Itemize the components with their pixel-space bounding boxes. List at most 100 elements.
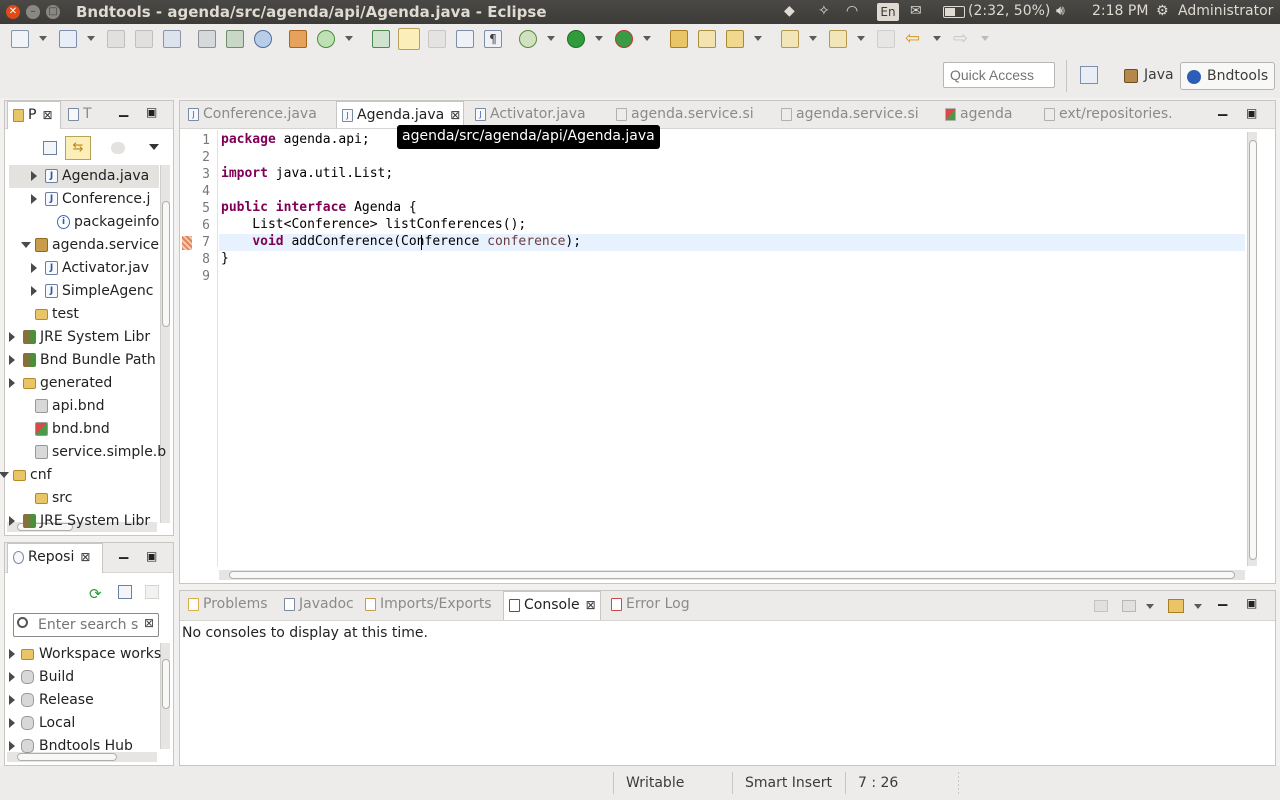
tab-error-log[interactable]: Error Log [606, 591, 696, 620]
tab-type-hierarchy[interactable]: T [63, 101, 98, 127]
code-line-5[interactable]: public interface Agenda { [221, 200, 417, 217]
tree-item[interactable]: test [9, 303, 159, 326]
perspective-java[interactable]: Java [1118, 62, 1180, 90]
scroll-thumb[interactable] [1249, 140, 1257, 560]
tree-item[interactable]: JRE System Libr [9, 326, 159, 349]
search-dropdown-icon[interactable] [754, 36, 762, 41]
clear-search-icon[interactable]: ⊠ [144, 616, 154, 630]
collapsed-arrow-icon[interactable] [31, 171, 37, 181]
debug-icon[interactable] [519, 30, 537, 48]
tab-problems[interactable]: Problems [183, 591, 274, 620]
external-tools-dropdown-icon[interactable] [643, 36, 651, 41]
dropbox-icon[interactable]: ◆ [784, 3, 795, 19]
collapsed-arrow-icon[interactable] [9, 516, 15, 526]
open-console-icon[interactable] [1168, 599, 1184, 613]
new-project-dropdown-icon[interactable] [87, 36, 95, 41]
close-icon[interactable]: ⊠ [450, 108, 460, 122]
tree-item[interactable]: J Agenda.java [9, 165, 159, 188]
prev-edit-icon[interactable] [829, 30, 847, 48]
open-console-dropdown-icon[interactable] [1194, 604, 1202, 609]
expanded-arrow-icon[interactable] [21, 242, 31, 248]
code-line-3[interactable]: import java.util.List; [221, 166, 393, 183]
display-console-dropdown-icon[interactable] [1146, 604, 1154, 609]
keyboard-layout[interactable]: En [877, 3, 899, 21]
tree-item[interactable]: api.bnd [9, 395, 159, 418]
maximize-icon[interactable]: ▣ [146, 549, 157, 563]
close-window-button[interactable]: ✕ [6, 5, 20, 19]
add-repository-icon[interactable] [145, 585, 159, 599]
repository-search-input[interactable] [36, 616, 140, 634]
refresh-repositories-icon[interactable]: ⟳ [89, 585, 102, 603]
tree-item[interactable]: J SimpleAgenc [9, 280, 159, 303]
minimize-icon[interactable]: ▁ [1218, 592, 1227, 606]
close-icon[interactable]: ⊠ [80, 550, 90, 564]
collapsed-arrow-icon[interactable] [31, 286, 37, 296]
minimize-icon[interactable]: ▁ [119, 545, 128, 559]
prev-edit-dropdown-icon[interactable] [857, 36, 865, 41]
run-dropdown-icon[interactable] [595, 36, 603, 41]
minimize-window-button[interactable]: – [26, 5, 40, 19]
collapsed-arrow-icon[interactable] [9, 649, 15, 659]
wifi-icon[interactable]: ◠ [846, 3, 858, 19]
link-with-editor-icon[interactable]: ⇆ [65, 136, 91, 160]
tray-app-icon[interactable]: ✧ [818, 3, 830, 19]
tab-console[interactable]: Console ⊠ [503, 591, 601, 620]
collapsed-arrow-icon[interactable] [9, 741, 15, 751]
tab-editor-file[interactable]: J Activator.java [470, 101, 592, 128]
new-icon[interactable] [11, 30, 29, 48]
build-path-icon[interactable] [289, 30, 307, 48]
tab-editor-file[interactable]: agenda.service.si [776, 101, 925, 128]
collapsed-arrow-icon[interactable] [9, 332, 15, 342]
scroll-thumb[interactable] [229, 571, 1235, 579]
collapse-all-icon[interactable] [118, 585, 132, 599]
scroll-thumb[interactable] [162, 201, 170, 327]
web-icon[interactable] [254, 30, 272, 48]
refresh-dropdown-icon[interactable] [345, 36, 353, 41]
back-dropdown-icon[interactable] [933, 36, 941, 41]
collapsed-arrow-icon[interactable] [9, 672, 15, 682]
tree-item[interactable]: J Conference.j [9, 188, 159, 211]
maximize-icon[interactable]: ▣ [146, 105, 157, 119]
repository-item[interactable]: Release [7, 689, 157, 712]
tree-item[interactable]: JRE System Libr [9, 510, 159, 533]
collapsed-arrow-icon[interactable] [9, 378, 15, 388]
tree-item[interactable]: cnf [0, 464, 159, 487]
search-icon[interactable] [726, 30, 744, 48]
scroll-thumb[interactable] [162, 659, 170, 709]
tab-repositories[interactable]: Reposi ⊠ [7, 543, 103, 573]
tab-package-explorer[interactable]: P ⊠ [7, 101, 61, 129]
maximize-window-button[interactable]: □ [46, 5, 60, 19]
print-icon[interactable] [163, 30, 181, 48]
editor-horizontal-scrollbar[interactable] [219, 570, 1245, 580]
tab-editor-file[interactable]: ext/repositories. [1039, 101, 1179, 128]
repository-item[interactable]: Local [7, 712, 157, 735]
collapsed-arrow-icon[interactable] [31, 263, 37, 273]
collapsed-arrow-icon[interactable] [9, 355, 15, 365]
forward-icon[interactable]: ⇨ [953, 28, 968, 49]
editor-vertical-scrollbar[interactable] [1247, 132, 1257, 566]
new-dropdown-icon[interactable] [39, 36, 47, 41]
repository-item[interactable]: Build [7, 666, 157, 689]
repository-item[interactable]: Workspace works [7, 643, 161, 666]
save-icon[interactable] [107, 30, 125, 48]
save-all-icon[interactable] [135, 30, 153, 48]
code-line-7[interactable]: void addConference(Conference conference… [221, 234, 581, 251]
pin-console-icon[interactable] [1094, 600, 1108, 612]
bnd-release-icon[interactable] [226, 30, 244, 48]
minimize-icon[interactable]: ▁ [119, 103, 128, 117]
tree-item[interactable]: agenda.service [9, 234, 159, 257]
mark-occurrences-icon[interactable] [398, 28, 420, 50]
open-type-icon[interactable] [372, 30, 390, 48]
settings-gear-icon[interactable]: ⚙ [1156, 3, 1169, 19]
mail-icon[interactable]: ✉ [910, 3, 922, 19]
close-icon[interactable]: ⊠ [586, 598, 596, 612]
bnd-build-icon[interactable] [198, 30, 216, 48]
repo-vertical-scrollbar[interactable] [160, 643, 170, 749]
open-folder-icon[interactable] [670, 30, 688, 48]
back-icon[interactable]: ⇦ [905, 28, 920, 49]
battery-icon[interactable] [943, 6, 965, 18]
tree-item[interactable]: i packageinfo [9, 211, 159, 234]
collapsed-arrow-icon[interactable] [9, 718, 15, 728]
tab-editor-file[interactable]: agenda.service.si [611, 101, 760, 128]
toggle-block-icon[interactable] [456, 30, 474, 48]
